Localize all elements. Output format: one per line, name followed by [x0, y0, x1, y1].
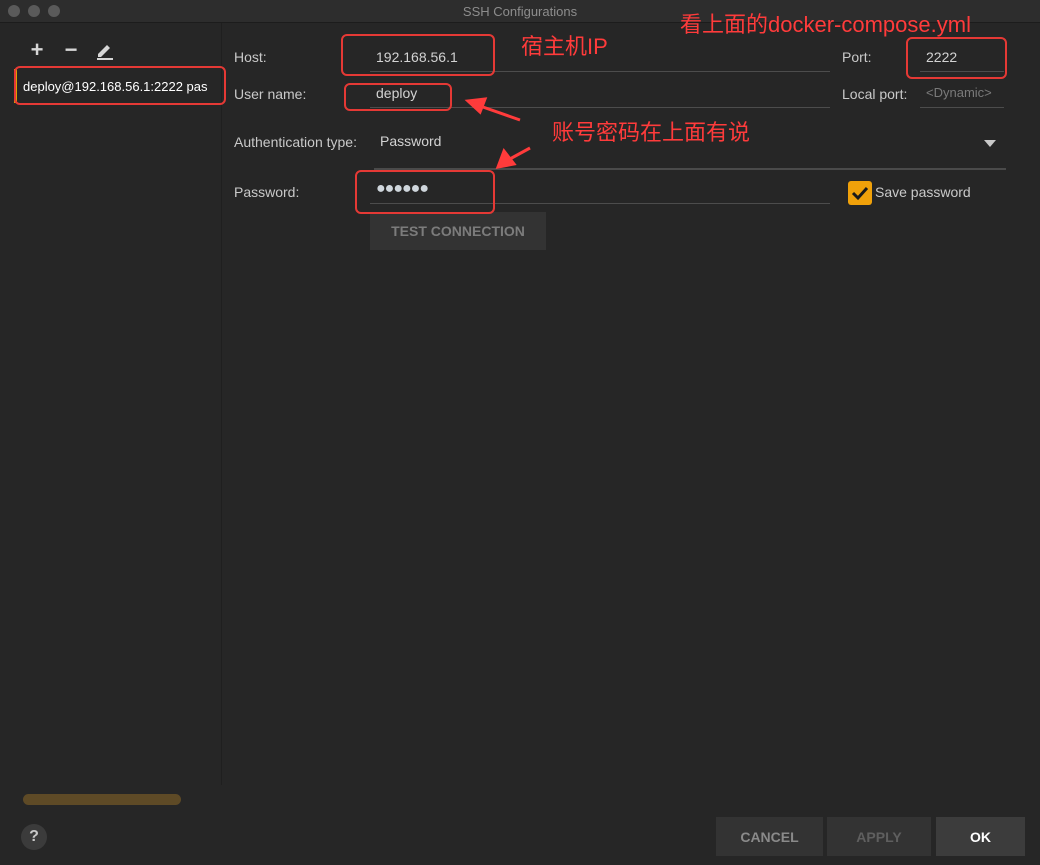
- annotation-arrow-to-username: [479, 104, 521, 122]
- annotation-arrowhead-username: [464, 97, 488, 115]
- annotation-arrowhead-password: [495, 147, 517, 169]
- annotation-arrows: [464, 97, 531, 169]
- ssh-configurations-window: SSH Configurations + − deploy@192.168.56…: [0, 0, 1040, 865]
